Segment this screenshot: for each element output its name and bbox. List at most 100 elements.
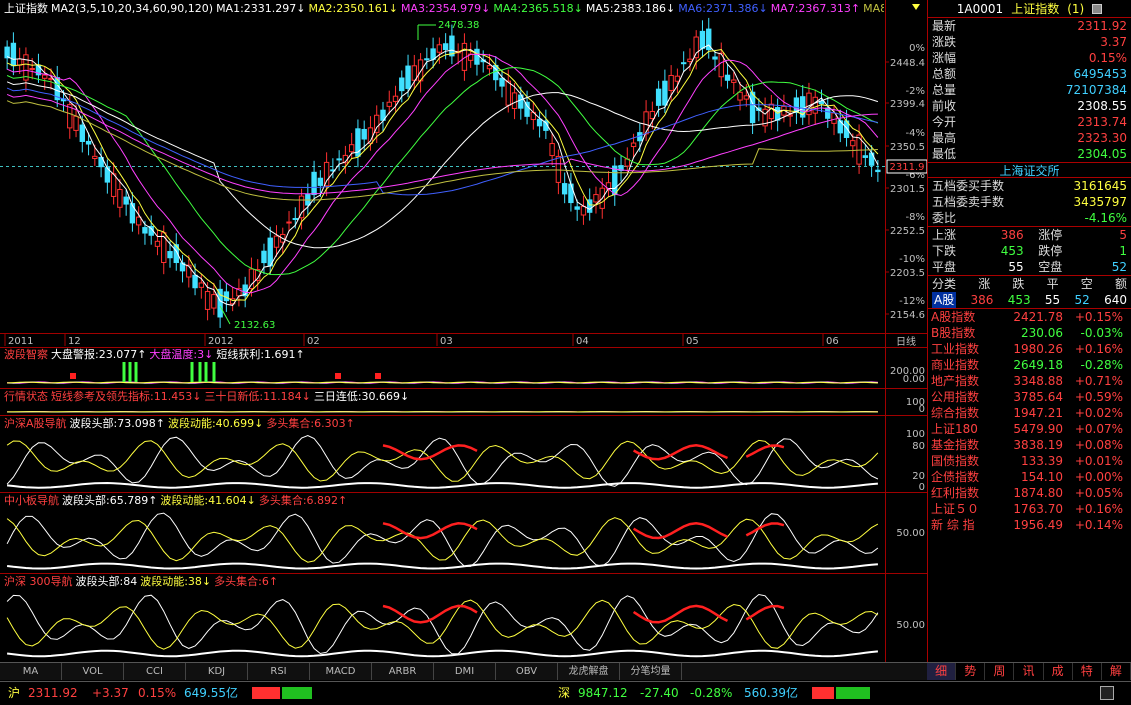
candle-body [430,48,436,60]
sz-price: 9847.12 [578,686,628,700]
quote-row: 最新 2311.92 [928,18,1131,34]
candle-body [743,95,750,100]
category-header-cell: 额 [1114,277,1127,291]
index-row[interactable]: 红利指数 1874.80 +0.05% [928,485,1131,501]
index-row[interactable]: A股指数 2421.78 +0.15% [928,309,1131,325]
exchange-name: 上海证交所 [928,162,1131,178]
sh-price: 2311.92 [28,686,78,700]
ma-label: MA8:2334.51↓ [863,2,884,15]
candle-body [392,95,399,103]
quote-row: 涨幅 0.15% [928,50,1131,66]
indicator-tab[interactable]: DMI [434,663,496,680]
candle-body [486,65,493,70]
quote-row: 今开 2313.74 [928,114,1131,130]
quote-nav-tab[interactable]: 细 [927,663,957,680]
candle-body [4,46,10,59]
pct-tick-label: -2% [906,86,925,97]
index-row[interactable]: 企债指数 154.10 +0.00% [928,469,1131,485]
chart-area[interactable]: 2448.4 2399.4 2350.5 2301.5 2252.5 2203.5 2154… [0,0,927,662]
category-header-cell: 涨 [978,277,991,291]
main-chart-svg[interactable]: 2448.4 2399.4 2350.5 2301.5 2252.5 2203.5 2154… [0,0,927,662]
quote-label: 涨跌 [932,35,957,49]
ma-label: MA3:2354.979↓ [400,2,491,15]
candle-body [154,240,161,247]
breadth-label: 上涨 [932,228,957,242]
quote-nav-tab[interactable]: 势 [956,663,986,680]
index-row[interactable]: 上证180 5479.90 +0.07% [928,421,1131,437]
indicator-tab[interactable]: 龙虎解盘 [558,663,620,680]
sh-change: +3.37 [92,686,129,700]
indicator-line [6,517,879,563]
ma-label: MA5:2383.186↓ [585,2,676,15]
quote-nav-tab[interactable]: 成 [1044,663,1073,680]
subpanel-tick: 80 [912,441,925,452]
bull-segment [382,444,478,461]
index-row[interactable]: 公用指数 3785.64 +0.59% [928,389,1131,405]
indicator-tab[interactable]: RSI [248,663,310,680]
ma-line [6,44,879,306]
bull-segment [632,444,728,461]
sz-amount: 560.39亿 [744,686,798,700]
index-name: 新 综 指 [931,518,975,532]
status-bar: 沪 2311.92 +3.37 0.15% 649.55亿 深 9847.12 … [0,681,1131,705]
candle-body [505,80,511,106]
book-label: 委比 [932,211,957,225]
indicator-tab[interactable]: MA [0,663,62,680]
index-row[interactable]: 上证５０ 1763.70 +0.16% [928,501,1131,517]
subpanel-label: 沪深A股导航 [4,417,67,430]
candle-body [411,65,418,81]
quote-nav-tab[interactable]: 周 [985,663,1015,680]
index-row[interactable]: B股指数 230.06 -0.03% [928,325,1131,341]
candle-body [10,42,17,67]
quote-panel: 1A0001 上证指数 (1) 最新 2311.92 涨跌 3.37 涨幅 0.15% 总额… [927,0,1131,662]
quote-nav-tabs: 细势周讯成特解 [927,662,1131,680]
candle-body [693,36,699,59]
index-row[interactable]: 国债指数 133.39 +0.01% [928,453,1131,469]
index-value: 1956.49 [1013,518,1063,532]
index-value: 5479.90 [1013,422,1063,436]
quote-nav-tab[interactable]: 解 [1102,663,1131,680]
indicator-tab[interactable]: OBV [496,663,558,680]
quote-value: 2308.55 [1077,99,1127,113]
indicator-tab[interactable]: MACD [310,663,372,680]
indicator-tab[interactable]: VOL [62,663,124,680]
breadth-value: 5 [1119,228,1127,242]
pct-tick-label: 0% [909,43,925,54]
book-label: 五档委卖手数 [932,195,1005,209]
index-value: 1980.26 [1013,342,1063,356]
quote-label: 最新 [932,19,957,33]
quote-row: 总额 6495453 [928,66,1131,82]
index-row[interactable]: 地产指数 3348.88 +0.71% [928,373,1131,389]
index-row[interactable]: 工业指数 1980.26 +0.16% [928,341,1131,357]
index-name: 红利指数 [931,486,980,500]
candle-body [662,80,668,106]
index-row[interactable]: 基金指数 3838.19 +0.08% [928,437,1131,453]
indicator-tab[interactable]: 分笔均量 [620,663,682,680]
quote-nav-tab[interactable]: 讯 [1014,663,1044,680]
tray-icon[interactable] [1100,686,1114,700]
candle-body [248,268,255,290]
stock-code: 1A0001 [956,1,1004,16]
breadth-row: 平盘 55 空盘 52 [928,259,1131,275]
indicator-tab[interactable]: KDJ [186,663,248,680]
candle-body [42,74,48,79]
y-tick-label: 2154.6 [890,310,925,321]
indicator-tab[interactable]: CCI [124,663,186,680]
indicator-tab[interactable]: ARBR [372,663,434,680]
index-name: 上证５０ [931,502,980,516]
x-axis-label: 2011 [8,336,33,347]
subpanel-label: 短线获利:1.691↑ [216,348,305,361]
category-name[interactable]: A股 [932,292,957,308]
index-row[interactable]: 新 综 指 1956.49 +0.14% [928,517,1131,533]
stock-suffix: (1) [1067,1,1085,16]
index-row[interactable]: 商业指数 2649.18 -0.28% [928,357,1131,373]
quote-nav-tab[interactable]: 特 [1073,663,1102,680]
book-row: 委比 -4.16% [928,210,1131,226]
subpanel-label: 大盘警报:23.077↑ [51,348,147,361]
quote-value: 2313.74 [1077,115,1127,129]
window-toggle-icon[interactable] [1092,3,1103,14]
quote-row: 最低 2304.05 [928,146,1131,162]
category-row[interactable]: A股 386 453 55 52 640 [928,292,1131,308]
index-row[interactable]: 综合指数 1947.21 +0.02% [928,405,1131,421]
quote-value: 2311.92 [1077,19,1127,33]
